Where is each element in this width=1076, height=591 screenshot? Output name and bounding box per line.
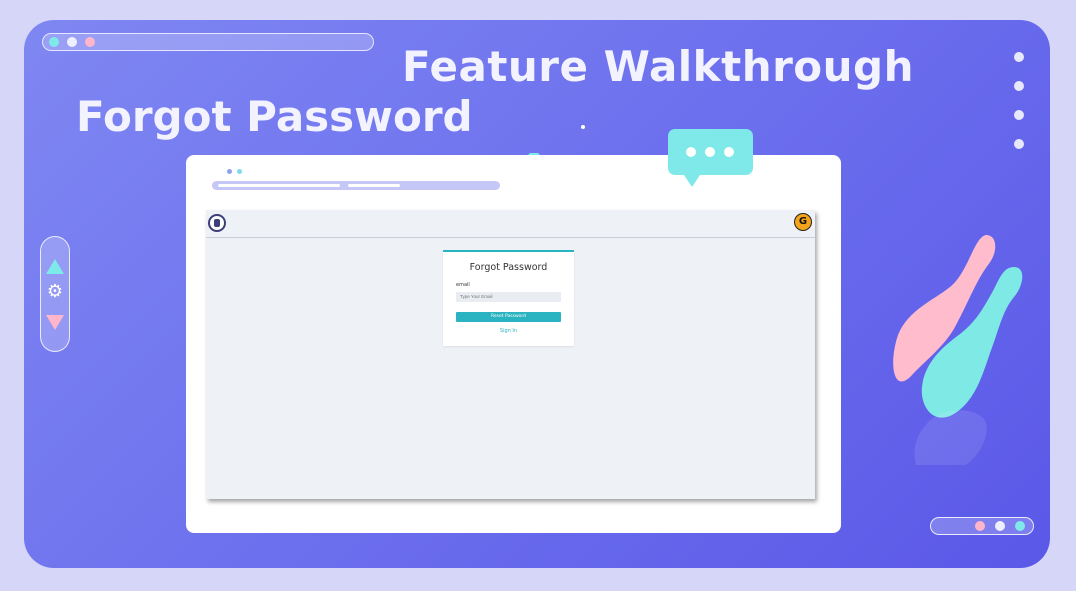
triangle-down-icon[interactable] (46, 315, 64, 330)
brand-logo-icon[interactable]: G (794, 213, 812, 231)
browser-dot (237, 169, 242, 174)
address-bar-line (348, 184, 400, 187)
sign-in-link[interactable]: Sign In (443, 328, 574, 334)
app-screen: G Forgot Password email Reset Password S… (206, 210, 815, 499)
email-field[interactable] (456, 292, 561, 302)
browser-address-bar (212, 181, 500, 190)
chat-bubble-icon (668, 129, 753, 187)
browser-dot (227, 169, 232, 174)
decor-dot (1014, 139, 1024, 149)
window-dot-pink (85, 37, 95, 47)
window-dot-cyan (1015, 521, 1025, 531)
window-dot-cyan (49, 37, 59, 47)
decor-dot (1014, 110, 1024, 120)
decor-dot (1014, 52, 1024, 62)
triangle-up-icon[interactable] (46, 259, 64, 274)
page-title: Feature Walkthrough (402, 42, 915, 91)
blob-reflection (914, 410, 987, 465)
side-control-pill: ⚙ (40, 236, 70, 352)
email-label: email (456, 282, 470, 288)
reset-password-button[interactable]: Reset Password (456, 312, 561, 322)
decorative-blobs (893, 235, 1023, 465)
page-subtitle: Forgot Password (76, 92, 473, 141)
browser-window: G Forgot Password email Reset Password S… (186, 155, 841, 533)
bubble-dot (686, 147, 696, 157)
institute-logo-icon[interactable] (208, 214, 226, 232)
window-dot-white (67, 37, 77, 47)
top-window-bar (42, 33, 374, 51)
window-dot-pink (975, 521, 985, 531)
form-title: Forgot Password (469, 262, 548, 273)
gear-icon[interactable]: ⚙ (46, 283, 64, 301)
address-bar-line (218, 184, 340, 187)
bubble-dot (724, 147, 734, 157)
window-dot-white (995, 521, 1005, 531)
forgot-password-form: Forgot Password email Reset Password Sig… (443, 250, 574, 346)
bubble-dot (705, 147, 715, 157)
decor-dot (1014, 81, 1024, 91)
bottom-window-bar (930, 517, 1034, 535)
app-header: G (206, 210, 815, 238)
decor-dot-white-small (581, 125, 585, 129)
